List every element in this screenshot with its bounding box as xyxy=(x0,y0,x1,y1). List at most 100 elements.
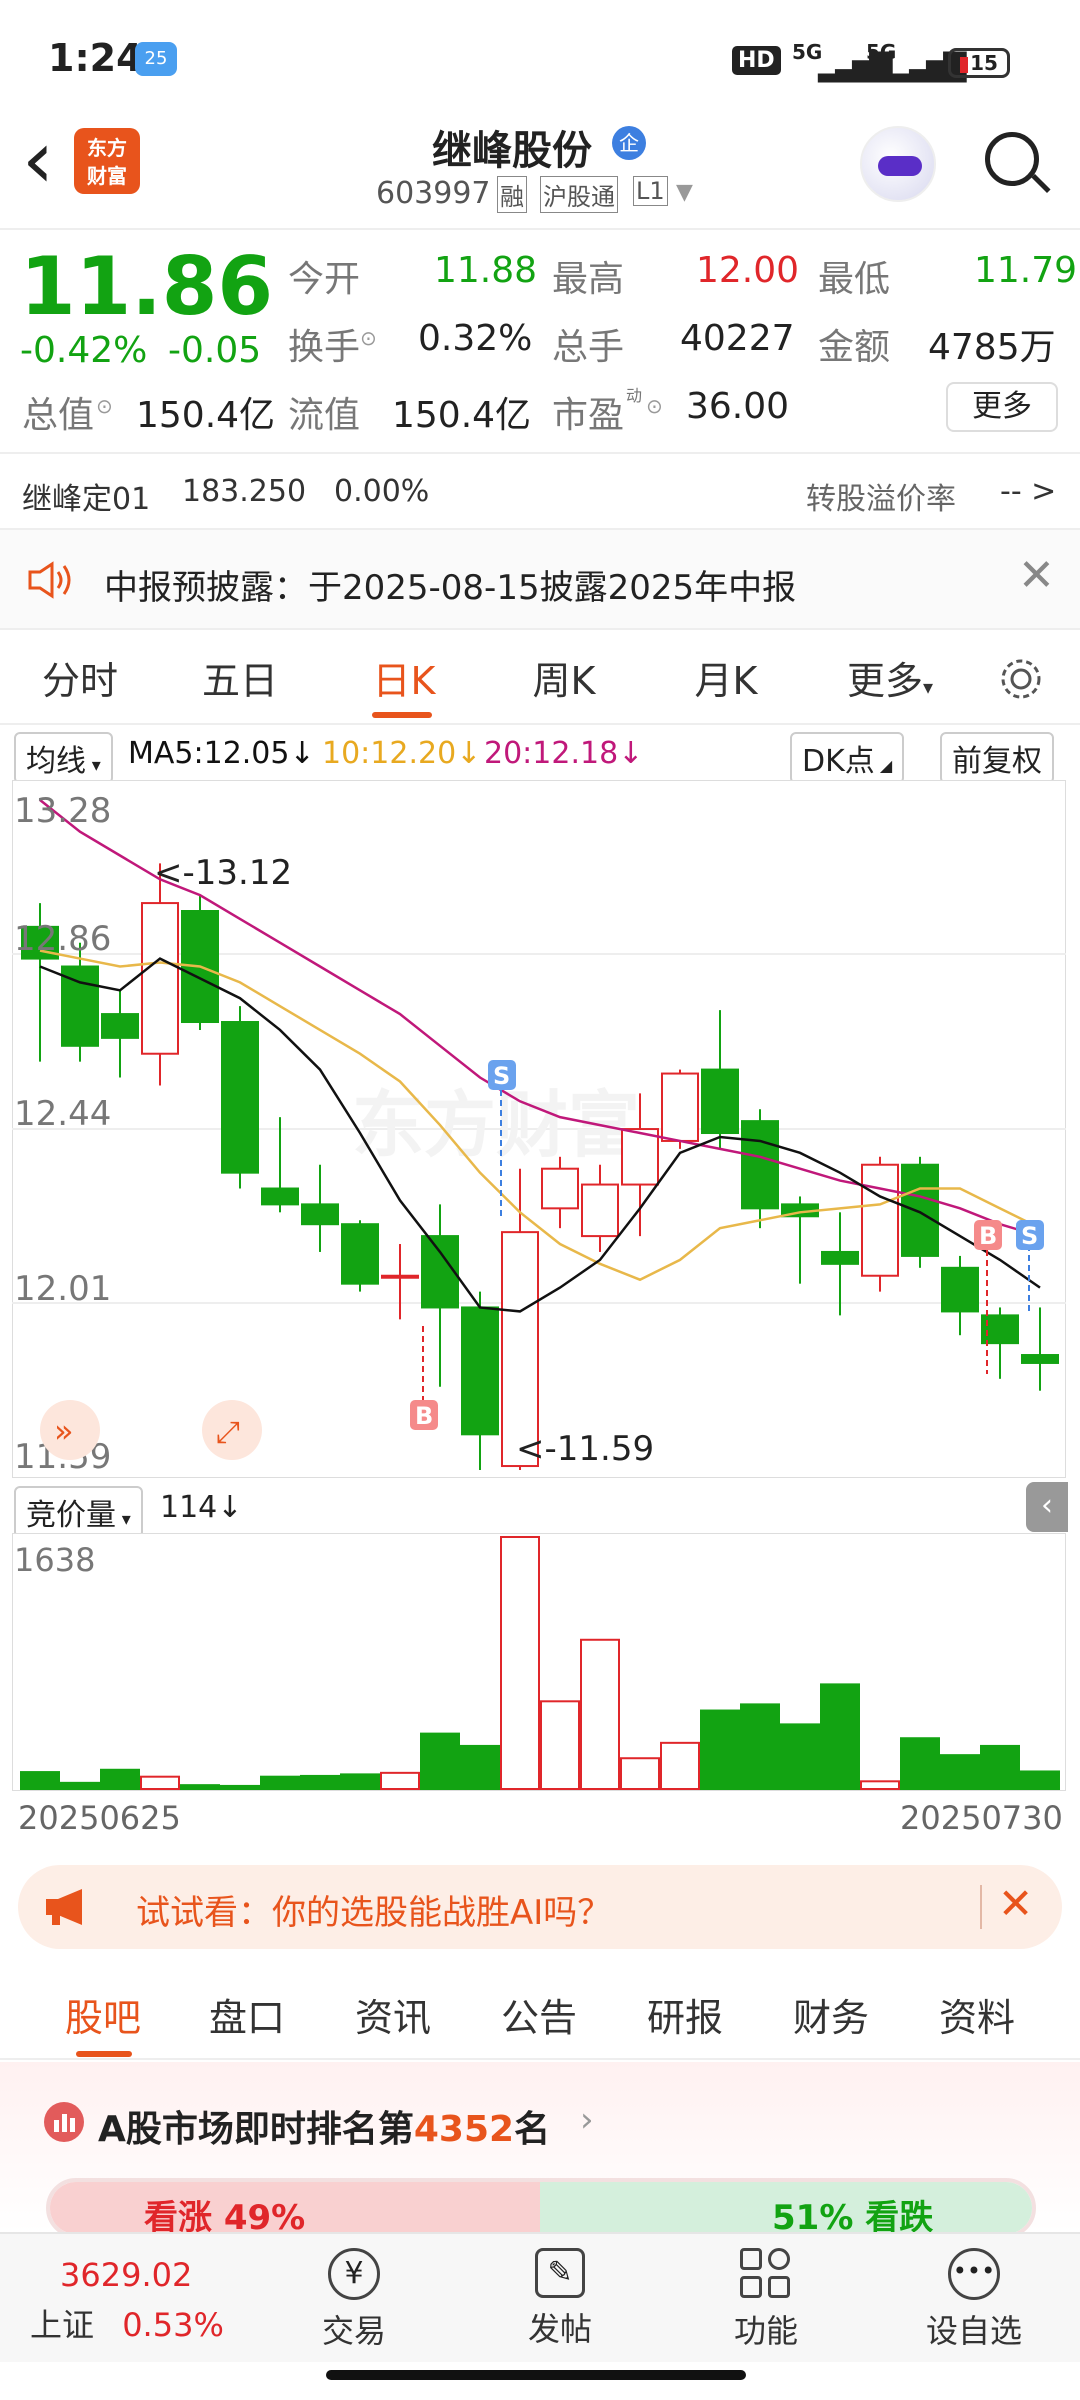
edit-icon: ✎ xyxy=(535,2248,585,2298)
open-label: 今开 xyxy=(288,259,361,300)
notice-bar[interactable]: 中报预披露：于2025-08-15披露2025年中报 ✕ xyxy=(0,530,1080,630)
settings-gear-icon[interactable] xyxy=(996,654,1046,704)
battery-icon: 15 xyxy=(948,48,1010,78)
info-icon-2[interactable]: ⊙ xyxy=(96,394,113,418)
volume-value: 40227 xyxy=(680,318,795,359)
market-cap-value: 150.4亿 xyxy=(136,395,276,436)
float-cap-value: 150.4亿 xyxy=(392,395,532,436)
volume-bar xyxy=(1020,1770,1060,1790)
ma-indicator-row: 均线 ▾ MA5:12.05↓ 10:12.20↓ 20:12.18↓ DK点 … xyxy=(0,728,1080,784)
volume-bar xyxy=(260,1775,300,1790)
volume-bar xyxy=(820,1683,860,1790)
market-rank-section[interactable]: A股市场即时排名第4352名 › 看涨 49% 51% 看跌 xyxy=(0,2062,1080,2238)
tab-weekly-k[interactable]: 周K xyxy=(504,650,624,705)
amount-value: 4785万 xyxy=(928,327,1056,368)
volume-bar xyxy=(580,1638,620,1791)
nav-post-label: 发帖 xyxy=(527,2310,592,2348)
dk-point-selector[interactable]: DK点 ◢ xyxy=(790,732,905,784)
clock: 1:24 xyxy=(48,36,143,80)
pe-dynamic-sup: 动 xyxy=(626,386,643,405)
app-logo[interactable]: 东方 财富 xyxy=(74,128,140,194)
content-tabs: 股吧 盘口 资讯 公告 研报 财务 资料 xyxy=(0,1965,1080,2060)
volume-bar xyxy=(140,1775,180,1790)
tab-news[interactable]: 资讯 xyxy=(338,1987,448,2042)
candle xyxy=(341,1220,379,1292)
stock-name: 继峰股份 xyxy=(432,128,592,174)
trade-icon: ¥ xyxy=(328,2248,380,2300)
open-value: 11.88 xyxy=(434,250,538,291)
tab-more[interactable]: 更多▾ xyxy=(830,650,950,705)
info-icon-3[interactable]: ⊙ xyxy=(646,394,663,418)
ai-challenge-banner[interactable]: 试试看：你的选股能战胜AI吗？ ✕ xyxy=(18,1865,1062,1949)
tab-research[interactable]: 研报 xyxy=(630,1987,740,2042)
volume-bar xyxy=(180,1784,220,1790)
volume-chart[interactable]: 1638 xyxy=(12,1533,1066,1791)
tab-profile[interactable]: 资料 xyxy=(922,1987,1032,2042)
close-banner-icon[interactable]: ✕ xyxy=(998,1879,1033,1928)
volume-bar xyxy=(540,1700,580,1790)
ai-assistant-icon[interactable] xyxy=(860,126,936,202)
y-tick-2: 12.86 xyxy=(14,919,111,959)
market-cap-label: 总值 xyxy=(22,395,95,436)
grid-icon xyxy=(740,2248,792,2300)
end-date: 20250730 xyxy=(900,1799,1063,1837)
nav-add-watchlist-label: 设自选 xyxy=(925,2312,1022,2350)
svg-text:B: B xyxy=(415,1402,433,1430)
bond-name[interactable]: 继峰定01 xyxy=(22,474,150,518)
nav-functions[interactable]: 功能 xyxy=(696,2248,836,2352)
y-tick-3: 12.44 xyxy=(14,1094,111,1134)
stock-header: ‹ 东方 财富 继峰股份 企 603997 融 沪股通 L1 ▼ xyxy=(0,110,1080,230)
y-tick-4: 12.01 xyxy=(14,1269,111,1309)
auction-volume-value: 114↓ xyxy=(160,1490,243,1525)
volume-bar xyxy=(100,1768,140,1790)
collapse-panel-icon[interactable]: ‹ xyxy=(1026,1482,1068,1532)
nav-add-watchlist[interactable]: ••• 设自选 xyxy=(904,2248,1044,2352)
chevron-right-icon[interactable]: › xyxy=(580,2100,594,2140)
ma-selector[interactable]: 均线 ▾ xyxy=(14,732,113,784)
last-price: 11.86 xyxy=(20,240,274,333)
candlestick-chart[interactable]: 东方财富 13.28 12.86 12.44 12.01 11.59 <-13.… xyxy=(12,780,1066,1478)
quote-panel: 11.86 -0.42% -0.05 今开 11.88 最高 12.00 最低 … xyxy=(0,230,1080,530)
price-adjust-button[interactable]: 前复权 xyxy=(940,732,1054,784)
nav-trade[interactable]: ¥ 交易 xyxy=(284,2248,424,2352)
info-icon[interactable]: ⊙ xyxy=(360,326,377,350)
rank-chart-icon xyxy=(44,2102,84,2142)
index-quote[interactable]: 3629.02 上证 0.53% xyxy=(30,2256,270,2346)
premium-value[interactable]: -- > xyxy=(1000,474,1056,509)
tab-daily-k[interactable]: 日K xyxy=(344,650,464,705)
tab-financials[interactable]: 财务 xyxy=(776,1987,886,2042)
close-icon[interactable]: ✕ xyxy=(1018,550,1055,601)
tab-monthly-k[interactable]: 月K xyxy=(666,650,786,705)
index-value: 3629.02 xyxy=(60,2256,193,2294)
volume-selector[interactable]: 竞价量 ▾ xyxy=(14,1486,143,1538)
tab-intraday[interactable]: 分时 xyxy=(20,650,140,705)
tab-forum[interactable]: 股吧 xyxy=(48,1987,158,2042)
candle xyxy=(861,1156,899,1292)
speaker-icon xyxy=(28,561,71,599)
tab-five-day[interactable]: 五日 xyxy=(180,650,300,705)
rank-text: A股市场即时排名第4352名 xyxy=(98,2109,551,2150)
tab-order-book[interactable]: 盘口 xyxy=(192,1987,302,2042)
low-label: 最低 xyxy=(818,259,891,300)
y-tick-1: 13.28 xyxy=(14,791,111,831)
bottom-navigation: 3629.02 上证 0.53% ¥ 交易 ✎ 发帖 功能 ••• 设自选 xyxy=(0,2232,1080,2362)
amount-label: 金额 xyxy=(818,327,891,368)
svg-text:B: B xyxy=(979,1222,997,1250)
ai-banner-text: 试试看：你的选股能战胜AI吗？ xyxy=(136,1893,612,1933)
tab-announcements[interactable]: 公告 xyxy=(484,1987,594,2042)
volume-bar xyxy=(780,1723,820,1790)
dropdown-icon[interactable]: ▼ xyxy=(676,180,693,205)
nav-post[interactable]: ✎ 发帖 xyxy=(490,2248,630,2350)
high-label: 最高 xyxy=(552,259,625,300)
index-percent: 0.53% xyxy=(122,2306,224,2344)
divider xyxy=(0,452,1080,454)
divider xyxy=(980,1885,982,1929)
back-icon[interactable]: ‹ xyxy=(22,120,54,200)
active-tab-indicator xyxy=(372,712,432,718)
home-indicator xyxy=(326,2370,746,2380)
megaphone-icon xyxy=(46,1889,82,1925)
more-button[interactable]: 更多 xyxy=(946,382,1058,432)
volume-bar xyxy=(500,1536,540,1790)
search-icon[interactable] xyxy=(985,132,1051,194)
volume-bar xyxy=(20,1771,60,1790)
